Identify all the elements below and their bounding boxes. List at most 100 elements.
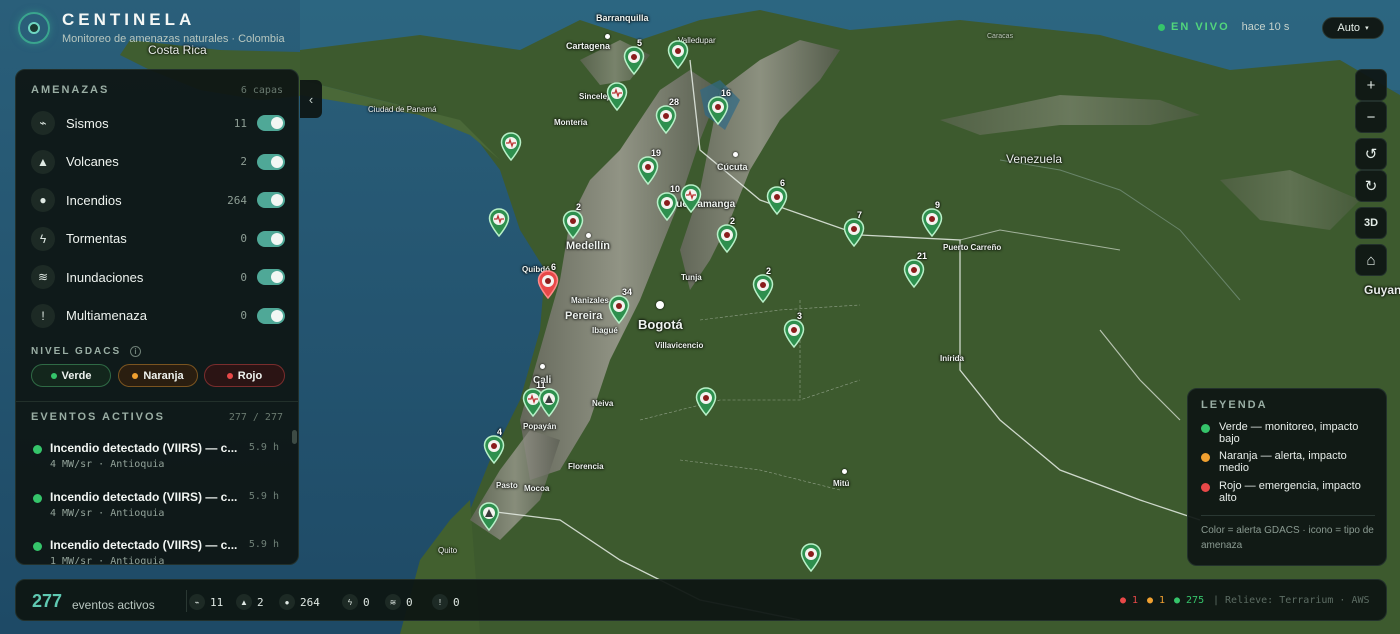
fire-marker[interactable]: 2 [752, 266, 774, 304]
level-dot [132, 372, 139, 379]
fire-marker[interactable]: 19 [637, 148, 661, 186]
rotate-left-button[interactable]: ↺ [1355, 138, 1387, 170]
fire-marker[interactable]: 3 [783, 311, 805, 349]
event-list-item[interactable]: Incendio detectado (VIIRS) — c... 5.9 h 4 … [31, 489, 279, 529]
label-mitu: Mitú [833, 479, 850, 488]
footer-stat: ⌁ 11 [189, 594, 223, 610]
marker-count: 5 [637, 38, 643, 48]
earthquake-marker[interactable] [680, 184, 702, 214]
zoom-out-button[interactable]: − [1355, 101, 1387, 133]
label-quito: Quito [438, 546, 458, 555]
info-icon[interactable]: i [129, 346, 141, 357]
volcano-marker[interactable] [478, 502, 500, 532]
rotate-right-button[interactable]: ↻ [1355, 170, 1387, 202]
marker-count: 6 [780, 178, 786, 188]
threat-toggle[interactable] [257, 230, 285, 247]
view-3d-button[interactable]: 3D [1355, 207, 1387, 239]
label-tunja: Tunja [681, 273, 702, 282]
footer-stat-value: 264 [300, 595, 320, 609]
gdacs-title-text: NIVEL GDACS [31, 346, 122, 357]
live-dot-icon [1158, 23, 1165, 31]
threat-toggle[interactable] [257, 269, 285, 285]
zoom-in-button[interactable]: + [1355, 69, 1387, 101]
city-dot [656, 301, 664, 309]
event-list-item[interactable]: Incendio detectado (VIIRS) — c... 5.9 h 1 … [31, 537, 279, 565]
event-time: 5.9 h [248, 490, 279, 502]
threat-toggle[interactable] [257, 192, 285, 208]
threat-row-sismos[interactable]: ⌁ Sismos 11 [31, 108, 285, 138]
fire-marker[interactable] [695, 387, 717, 417]
home-button[interactable]: ⌂ [1355, 244, 1387, 276]
event-detail: 1 MW/sr · Antioquia [50, 556, 165, 565]
chevron-left-icon: ‹ [308, 91, 314, 107]
fire-marker[interactable]: 21 [903, 251, 927, 289]
fire-marker[interactable]: 2 [562, 202, 584, 240]
label-ibague: Ibagué [592, 326, 618, 335]
earthquake-marker[interactable] [606, 82, 628, 112]
earthquake-marker[interactable] [488, 208, 510, 238]
map-pin-icon [843, 218, 865, 248]
legend-dot [1201, 424, 1210, 433]
threat-row-volcanes[interactable]: ▲ Volcanes 2 [31, 147, 285, 177]
fire-marker[interactable]: 2 [716, 216, 738, 254]
collapse-panel-button[interactable]: ‹ [300, 80, 322, 118]
event-list-item[interactable]: Incendio detectado (VIIRS) — c... 5.9 h 4 … [31, 440, 279, 480]
event-list-scrollbar[interactable] [292, 430, 297, 444]
threat-label: Sismos [66, 115, 109, 131]
threats-title: AMENAZAS [31, 84, 110, 96]
threat-toggle[interactable] [257, 153, 285, 170]
legend-label: Verde — monitoreo, impacto bajo [1219, 421, 1359, 445]
earthquake-marker[interactable] [500, 132, 522, 162]
threat-row-tormentas[interactable]: ϟ Tormentas 0 [31, 224, 285, 254]
fire-marker[interactable]: 34 [608, 287, 632, 325]
event-time: 5.9 h [248, 442, 279, 453]
fire-marker[interactable]: 4 [483, 427, 505, 465]
fire-marker[interactable]: 5 [623, 38, 645, 76]
count-green: ● 275 [1174, 595, 1205, 606]
fire-marker[interactable]: 16 [707, 88, 731, 126]
marker-count: 4 [497, 427, 503, 437]
legend-label: Naranja — alerta, impacto medio [1219, 450, 1347, 474]
marker-count: 34 [622, 287, 633, 297]
marker-count: 9 [935, 200, 941, 210]
footer-stat: ϟ0 [342, 594, 370, 610]
threat-row-multiamenaza[interactable]: ! Multiamenaza 0 [31, 301, 285, 331]
fire-marker[interactable] [800, 543, 822, 573]
label-medellin: Medellín [566, 240, 611, 252]
fire-marker[interactable]: 6 [766, 178, 788, 216]
map-pin-icon [608, 295, 630, 325]
map-pin-icon [562, 210, 584, 240]
event-level-dot [33, 445, 42, 454]
label-cucuta: Cúcuta [717, 162, 748, 172]
footer-stat: ! 0 [432, 594, 460, 610]
map-pin-icon [903, 259, 925, 289]
fire-marker[interactable]: 7 [843, 210, 865, 248]
threat-row-inundaciones[interactable]: ≋ Inundaciones 0 [31, 262, 285, 292]
volcano-marker[interactable] [538, 388, 560, 418]
level-rojo-button[interactable]: Rojo [204, 364, 285, 387]
level-verde-button[interactable]: Verde [31, 364, 111, 387]
fire-marker[interactable]: 9 [921, 200, 943, 238]
marker-count: 10 [670, 184, 681, 194]
divider [186, 590, 187, 612]
lightning-icon: ϟ [31, 226, 55, 251]
threat-count: 2 [240, 155, 247, 168]
threat-toggle[interactable] [257, 307, 285, 324]
label-neiva: Neiva [592, 399, 614, 408]
footer-stat: ▲ 2 [236, 594, 264, 610]
threat-row-incendios[interactable]: ● Incendios 264 [31, 185, 285, 215]
level-naranja-button[interactable]: Naranja [118, 364, 198, 387]
legend-title: LEYENDA [1201, 399, 1268, 411]
fire-marker[interactable]: 28 [655, 97, 679, 135]
count-red: ● 1 [1120, 595, 1139, 606]
fire-marker[interactable]: 10 [656, 184, 680, 222]
label-venezuela: Venezuela [1006, 152, 1063, 166]
mode-select[interactable]: Auto ▾ [1322, 17, 1384, 39]
threat-toggle[interactable] [257, 115, 285, 131]
fire-marker[interactable]: 6 [537, 262, 559, 300]
marker-count: 2 [766, 266, 772, 276]
fire-marker[interactable] [667, 40, 689, 70]
event-level-dot [33, 542, 42, 551]
label-puerto-carreno: Puerto Carreño [943, 243, 1002, 252]
city-dot [842, 469, 847, 474]
